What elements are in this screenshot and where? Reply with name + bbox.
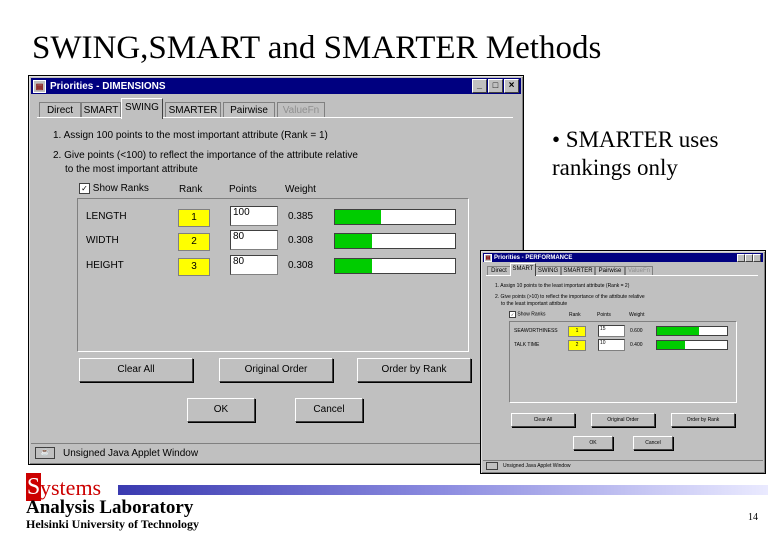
main-status-text: Unsigned Java Applet Window (63, 447, 199, 459)
slide-title: SWING,SMART and SMARTER Methods (32, 30, 602, 66)
small-close-button[interactable] (753, 254, 761, 262)
app-icon: ▤ (33, 79, 46, 93)
footer-lab-name: Analysis Laboratory (26, 497, 194, 518)
rank-badge-width: 2 (178, 233, 210, 251)
weight-bar-height (334, 258, 456, 274)
small-column-rank-header: Rank (569, 312, 581, 318)
weight-value-length: 0.385 (288, 211, 314, 222)
small-attribute-name-talk-time: TALK TIME (514, 342, 540, 348)
tab-smarter[interactable]: SMARTER (165, 102, 221, 118)
column-weight-header: Weight (285, 184, 316, 195)
small-instruction-2: 2. Give points (>10) to reflect the impo… (495, 294, 645, 300)
small-weight-bar-fill-1 (657, 327, 699, 335)
main-status-bar: ☕ Unsigned Java Applet Window (31, 443, 521, 462)
weight-value-height: 0.308 (288, 260, 314, 271)
main-title-bar[interactable]: ▤ Priorities - DIMENSIONS _ □ × (31, 78, 521, 94)
small-clear-all-button[interactable]: Clear All (511, 413, 575, 427)
close-button[interactable]: × (504, 79, 519, 93)
small-column-weight-header: Weight (629, 312, 645, 318)
points-input-length[interactable]: 100 (230, 206, 278, 226)
small-instruction-1: 1. Assign 10 points to the least importa… (495, 283, 630, 289)
small-show-ranks-label: Show Ranks (517, 311, 546, 318)
bullet-point: • SMARTER uses rankings only (552, 127, 719, 180)
tab-smart[interactable]: SMART (81, 102, 121, 118)
points-input-height[interactable]: 80 (230, 255, 278, 275)
small-points-input-2[interactable]: 10 (598, 339, 625, 351)
priorities-performance-window: ▤ Priorities - PERFORMANCE Direct SMART … (480, 250, 766, 474)
small-points-input-1[interactable]: 15 (598, 325, 625, 337)
main-window-title: Priorities - DIMENSIONS (50, 80, 166, 92)
small-weight-bar-2 (656, 340, 728, 350)
priorities-dimensions-window: ▤ Priorities - DIMENSIONS _ □ × Direct S… (28, 75, 524, 465)
small-maximize-button[interactable] (745, 254, 753, 262)
small-window-title: Priorities - PERFORMANCE (494, 254, 573, 261)
small-show-ranks-checkbox[interactable]: ✓ (509, 311, 516, 318)
points-input-width[interactable]: 80 (230, 230, 278, 250)
small-status-bar: Unsigned Java Applet Window (483, 460, 763, 471)
small-title-bar[interactable]: ▤ Priorities - PERFORMANCE (483, 253, 763, 262)
rank-badge-height: 3 (178, 258, 210, 276)
small-order-by-rank-button[interactable]: Order by Rank (671, 413, 735, 427)
rank-badge-length: 1 (178, 209, 210, 227)
java-key-icon: ☕ (35, 447, 55, 459)
ok-button[interactable]: OK (187, 398, 255, 422)
weight-bar-length (334, 209, 456, 225)
small-original-order-button[interactable]: Original Order (591, 413, 655, 427)
tab-panel-edge (37, 117, 513, 118)
attribute-name-length: LENGTH (86, 211, 127, 222)
small-column-points-header: Points (597, 312, 611, 318)
small-tab-smart[interactable]: SMART (510, 263, 536, 276)
cancel-button[interactable]: Cancel (295, 398, 363, 422)
small-show-ranks-toggle[interactable]: ✓ Show Ranks (509, 311, 545, 318)
attribute-name-width: WIDTH (86, 235, 119, 246)
small-attribute-list-panel: SEAWORTHINESS 1 15 0.600 TALK TIME 2 10 … (509, 321, 737, 403)
weight-value-width: 0.308 (288, 235, 314, 246)
footer-gradient-bar (118, 485, 768, 495)
instruction-2: 2. Give points (<100) to reflect the imp… (53, 150, 358, 161)
instruction-2b: to the most important attribute (65, 164, 198, 175)
small-weight-bar-1 (656, 326, 728, 336)
small-instruction-2b: to the least important attribute (501, 301, 568, 307)
small-status-text: Unsigned Java Applet Window (503, 463, 571, 469)
original-order-button[interactable]: Original Order (219, 358, 333, 382)
minimize-button[interactable]: _ (472, 79, 487, 93)
tab-direct[interactable]: Direct (39, 102, 81, 118)
column-rank-header: Rank (179, 184, 203, 195)
weight-bar-width (334, 233, 456, 249)
weight-bar-fill-width (335, 234, 372, 248)
small-ok-button[interactable]: OK (573, 436, 613, 450)
show-ranks-checkbox[interactable]: ✓ (79, 183, 90, 194)
weight-bar-fill-height (335, 259, 372, 273)
footer-university: Helsinki University of Technology (26, 517, 200, 531)
instruction-1: 1. Assign 100 points to the most importa… (53, 130, 328, 141)
attribute-list-panel: LENGTH 1 100 0.385 WIDTH 2 80 0.308 HEIG… (77, 198, 469, 352)
tab-pairwise[interactable]: Pairwise (223, 102, 275, 118)
small-weight-bar-fill-2 (657, 341, 685, 349)
weight-bar-fill-length (335, 210, 382, 224)
small-app-icon: ▤ (484, 253, 492, 262)
page-number: 14 (748, 512, 758, 523)
small-weight-value-2: 0.400 (630, 342, 643, 348)
small-cancel-button[interactable]: Cancel (633, 436, 673, 450)
tab-valuefn[interactable]: ValueFn (277, 102, 325, 118)
small-rank-badge-2: 2 (568, 340, 586, 351)
small-attribute-name-seaworthiness: SEAWORTHINESS (514, 328, 558, 334)
show-ranks-label: Show Ranks (92, 183, 149, 194)
maximize-button[interactable]: □ (488, 79, 503, 93)
small-java-key-icon (486, 462, 498, 470)
tab-swing[interactable]: SWING (121, 98, 163, 119)
attribute-name-height: HEIGHT (86, 260, 124, 271)
column-points-header: Points (229, 184, 257, 195)
order-by-rank-button[interactable]: Order by Rank (357, 358, 471, 382)
show-ranks-toggle[interactable]: ✓ Show Ranks (79, 183, 149, 194)
small-rank-badge-1: 1 (568, 326, 586, 337)
small-minimize-button[interactable] (737, 254, 745, 262)
clear-all-button[interactable]: Clear All (79, 358, 193, 382)
small-weight-value-1: 0.600 (630, 328, 643, 334)
